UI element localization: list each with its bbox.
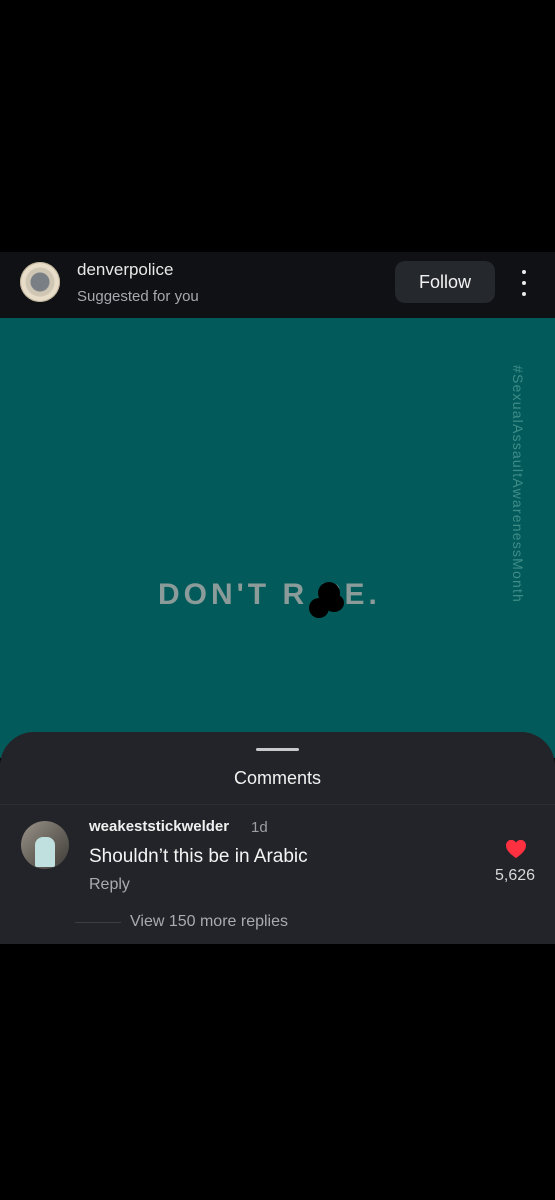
image-headline: DON'T R PE. — [158, 578, 381, 611]
commenter-avatar[interactable] — [21, 821, 69, 869]
dot — [522, 292, 526, 296]
post-header: denverpolice Suggested for you Follow — [0, 252, 555, 318]
image-hashtag: #SexualAssaultAwarenessMonth — [510, 365, 526, 604]
post-image[interactable] — [0, 318, 555, 758]
heart-shape — [506, 839, 526, 859]
like-count: 5,626 — [495, 867, 536, 884]
sheet-title: Comments — [233, 768, 322, 788]
drag-handle[interactable] — [256, 748, 299, 751]
suggested-label: Suggested for you — [77, 288, 199, 305]
more-vertical-icon[interactable] — [514, 268, 534, 298]
dot — [522, 270, 526, 274]
reply-button[interactable]: Reply — [89, 876, 130, 894]
comments-sheet: Comments weakeststickwelder 1d Shouldn’t… — [0, 732, 555, 944]
comment-time: 1d — [251, 819, 268, 836]
post-username[interactable]: denverpolice — [77, 260, 173, 280]
screen: { "post": { "username": "denverpolice", … — [0, 0, 555, 1200]
view-replies-button[interactable]: View 150 more replies — [130, 913, 288, 931]
comment-username[interactable]: weakeststickwelder — [89, 818, 229, 835]
avatar[interactable] — [20, 262, 60, 302]
heart-icon[interactable] — [505, 839, 527, 859]
follow-button[interactable]: Follow — [395, 261, 495, 303]
dot — [522, 281, 526, 285]
divider — [0, 804, 555, 805]
comment-text: Shouldn’t this be in Arabic — [89, 846, 308, 867]
censor-blot — [306, 582, 346, 622]
thread-line — [75, 922, 121, 923]
